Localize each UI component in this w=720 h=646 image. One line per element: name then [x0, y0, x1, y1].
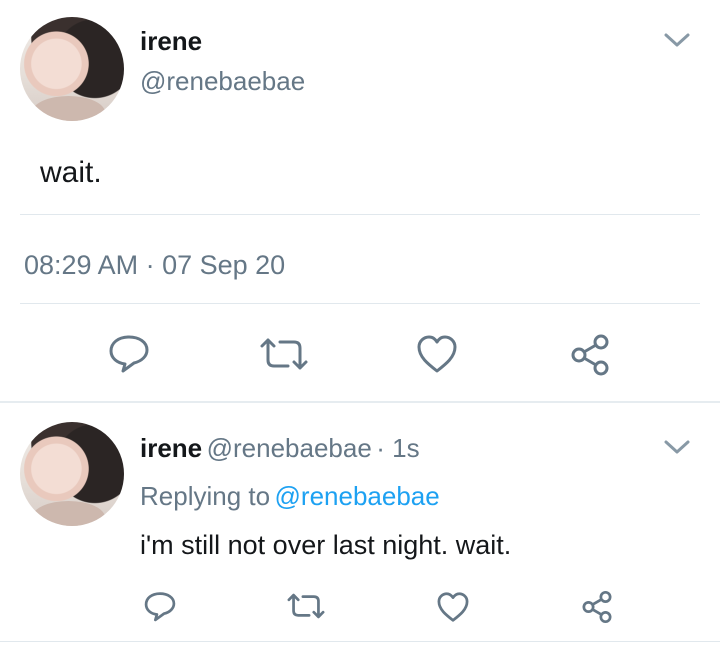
author-handle[interactable]: @renebaebae: [207, 433, 372, 463]
divider: [0, 641, 720, 642]
author-name[interactable]: irene: [140, 433, 202, 463]
author-handle[interactable]: @renebaebae: [140, 66, 305, 97]
avatar[interactable]: [20, 17, 124, 121]
heart-icon[interactable]: [414, 333, 460, 375]
replying-to: Replying to @renebaebae: [140, 481, 440, 512]
replying-to-link[interactable]: @renebaebae: [275, 481, 440, 511]
avatar[interactable]: [20, 422, 124, 526]
author-name[interactable]: irene: [140, 26, 202, 57]
reply-time: · 1s: [376, 433, 420, 463]
divider: [0, 401, 720, 403]
share-icon[interactable]: [568, 333, 612, 377]
share-icon[interactable]: [580, 590, 614, 624]
retweet-icon[interactable]: [285, 592, 327, 620]
comment-icon[interactable]: [107, 333, 151, 373]
timestamp[interactable]: 08:29 AM · 07 Sep 20: [24, 250, 285, 281]
chevron-down-icon[interactable]: [663, 437, 691, 462]
reply-header: irene @renebaebae · 1s: [140, 433, 420, 464]
divider: [20, 303, 700, 304]
tweet-text: i'm still not over last night. wait.: [140, 530, 512, 560]
chevron-down-icon[interactable]: [663, 30, 691, 55]
divider: [20, 214, 700, 215]
comment-icon[interactable]: [143, 590, 177, 622]
retweet-icon[interactable]: [258, 336, 310, 372]
replying-prefix: Replying to: [140, 481, 271, 511]
tweet-text: wait.: [40, 156, 102, 189]
heart-icon[interactable]: [435, 590, 471, 624]
